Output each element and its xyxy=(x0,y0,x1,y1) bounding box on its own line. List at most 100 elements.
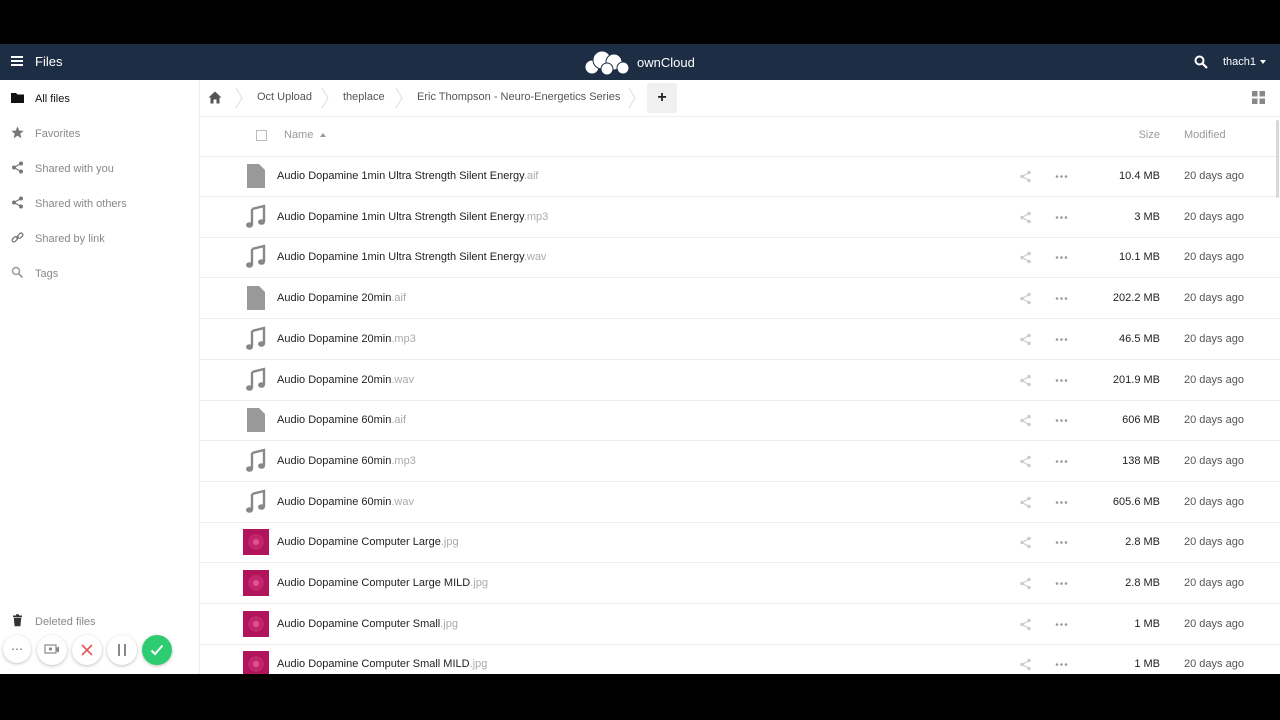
file-name[interactable]: Audio Dopamine 20min.aif xyxy=(277,292,406,304)
table-header: Name Size Modified xyxy=(200,116,1280,157)
user-menu[interactable]: thach1 xyxy=(1223,56,1267,68)
file-extension: .mp3 xyxy=(391,454,416,467)
close-icon[interactable] xyxy=(72,635,102,665)
checkmark-icon[interactable] xyxy=(142,635,172,665)
column-header-size[interactable]: Size xyxy=(1139,129,1160,141)
home-icon[interactable] xyxy=(208,91,222,104)
table-row[interactable]: Audio Dopamine 60min.wav 605.6 MB 20 days … xyxy=(200,482,1280,523)
more-actions-icon[interactable] xyxy=(1055,618,1068,631)
file-name[interactable]: Audio Dopamine 60min.aif xyxy=(277,414,406,426)
sidebar-item-shared-by-link[interactable]: Shared by link xyxy=(0,222,199,254)
file-name[interactable]: Audio Dopamine 1min Ultra Strength Silen… xyxy=(277,211,548,223)
share-icon[interactable] xyxy=(1019,658,1032,671)
column-header-modified[interactable]: Modified xyxy=(1184,129,1226,141)
share-icon xyxy=(12,196,23,209)
file-extension: .aif xyxy=(391,292,407,305)
file-name[interactable]: Audio Dopamine 20min.mp3 xyxy=(277,333,416,345)
table-row[interactable]: Audio Dopamine Computer Large.jpg 2.8 MB 2… xyxy=(200,522,1280,564)
more-actions-icon[interactable] xyxy=(1055,536,1068,549)
table-row[interactable]: Audio Dopamine Computer Small.jpg 1 MB 20 … xyxy=(200,604,1280,645)
file-name[interactable]: Audio Dopamine 1min Ultra Strength Silen… xyxy=(277,251,546,263)
file-modified: 20 days ago xyxy=(1184,251,1244,264)
table-row[interactable]: Audio Dopamine 1min Ultra Strength Silen… xyxy=(200,156,1280,197)
file-name[interactable]: Audio Dopamine Computer Large.jpg xyxy=(277,536,459,548)
share-icon[interactable] xyxy=(1019,374,1032,387)
owncloud-logo-icon xyxy=(584,50,630,76)
file-size: 10.1 MB xyxy=(1119,251,1160,264)
share-icon[interactable] xyxy=(1019,333,1032,346)
file-size: 2.8 MB xyxy=(1125,536,1160,549)
more-actions-icon[interactable] xyxy=(1055,496,1068,509)
table-row[interactable]: Audio Dopamine Computer Small MILD.jpg 1 … xyxy=(200,644,1280,674)
table-row[interactable]: Audio Dopamine Computer Large MILD.jpg 2.… xyxy=(200,563,1280,604)
app-name[interactable]: Files xyxy=(35,54,62,69)
more-actions-icon[interactable] xyxy=(1055,414,1068,427)
sidebar-item-shared-with-others[interactable]: Shared with others xyxy=(0,187,199,219)
share-icon[interactable] xyxy=(1019,536,1032,549)
sidebar-item-all-files[interactable]: All files xyxy=(0,82,199,114)
share-icon[interactable] xyxy=(1019,211,1032,224)
pause-icon[interactable] xyxy=(107,635,137,665)
search-icon[interactable] xyxy=(1194,55,1208,69)
username: thach1 xyxy=(1223,56,1257,68)
more-actions-icon[interactable] xyxy=(1055,374,1068,387)
more-icon[interactable]: ⋯ xyxy=(3,635,31,663)
new-button[interactable]: + xyxy=(647,83,677,113)
share-icon[interactable] xyxy=(1019,251,1032,264)
breadcrumb-item-theplace[interactable]: theplace xyxy=(343,91,385,103)
share-icon[interactable] xyxy=(1019,496,1032,509)
sidebar-item-favorites[interactable]: Favorites xyxy=(0,117,199,149)
grid-view-icon[interactable] xyxy=(1252,91,1265,104)
file-name[interactable]: Audio Dopamine Computer Small MILD.jpg xyxy=(277,658,487,670)
chevron-right-icon xyxy=(321,87,329,109)
file-name[interactable]: Audio Dopamine Computer Small.jpg xyxy=(277,618,458,630)
file-basename: Audio Dopamine 60min xyxy=(277,495,392,508)
share-icon[interactable] xyxy=(1019,455,1032,468)
owncloud-logo[interactable]: ownCloud xyxy=(583,48,695,76)
breadcrumb-item-current-folder[interactable]: Eric Thompson - Neuro-Energetics Series xyxy=(417,91,620,103)
share-icon[interactable] xyxy=(1019,618,1032,631)
file-extension: .mp3 xyxy=(391,332,416,345)
table-row[interactable]: Audio Dopamine 60min.mp3 138 MB 20 days ag… xyxy=(200,441,1280,482)
more-actions-icon[interactable] xyxy=(1055,658,1068,671)
file-name[interactable]: Audio Dopamine 60min.mp3 xyxy=(277,455,416,467)
select-all-checkbox[interactable] xyxy=(256,130,267,141)
more-actions-icon[interactable] xyxy=(1055,577,1068,590)
sidebar-item-shared-with-you[interactable]: Shared with you xyxy=(0,152,199,184)
screen-record-icon[interactable] xyxy=(37,635,67,665)
share-icon[interactable] xyxy=(1019,577,1032,590)
sidebar-item-deleted-files[interactable]: Deleted files xyxy=(0,605,199,637)
more-actions-icon[interactable] xyxy=(1055,333,1068,346)
table-row[interactable]: Audio Dopamine 1min Ultra Strength Silen… xyxy=(200,237,1280,279)
table-row[interactable]: Audio Dopamine 20min.wav 201.9 MB 20 days … xyxy=(200,360,1280,401)
more-actions-icon[interactable] xyxy=(1055,170,1068,183)
table-row[interactable]: Audio Dopamine 60min.aif 606 MB 20 days ag… xyxy=(200,400,1280,442)
table-row[interactable]: Audio Dopamine 20min.aif 202.2 MB 20 days … xyxy=(200,278,1280,320)
file-extension: .jpg xyxy=(440,617,458,630)
more-actions-icon[interactable] xyxy=(1055,455,1068,468)
column-header-name[interactable]: Name xyxy=(284,129,327,141)
more-actions-icon[interactable] xyxy=(1055,292,1068,305)
table-row[interactable]: Audio Dopamine 1min Ultra Strength Silen… xyxy=(200,197,1280,238)
scrollbar[interactable] xyxy=(1276,120,1279,198)
file-name[interactable]: Audio Dopamine 20min.wav xyxy=(277,374,414,386)
file-basename: Audio Dopamine 60min xyxy=(277,414,392,427)
file-size: 202.2 MB xyxy=(1112,292,1160,305)
share-icon[interactable] xyxy=(1019,292,1032,305)
file-modified: 20 days ago xyxy=(1184,414,1244,427)
file-name[interactable]: Audio Dopamine Computer Large MILD.jpg xyxy=(277,577,488,589)
more-actions-icon[interactable] xyxy=(1055,211,1068,224)
share-icon[interactable] xyxy=(1019,170,1032,183)
sidebar: All files Favorites Shared with you Shar… xyxy=(0,80,200,674)
chevron-right-icon xyxy=(395,87,403,109)
breadcrumb-item-oct-upload[interactable]: Oct Upload xyxy=(257,91,312,103)
table-row[interactable]: Audio Dopamine 20min.mp3 46.5 MB 20 days a… xyxy=(200,319,1280,360)
file-basename: Audio Dopamine 1min Ultra Strength Silen… xyxy=(277,170,524,182)
file-name[interactable]: Audio Dopamine 1min Ultra Strength Silen… xyxy=(277,170,539,182)
more-actions-icon[interactable] xyxy=(1055,251,1068,264)
menu-icon[interactable] xyxy=(10,54,26,70)
share-icon[interactable] xyxy=(1019,414,1032,427)
file-extension: .mp3 xyxy=(523,210,549,223)
file-name[interactable]: Audio Dopamine 60min.wav xyxy=(277,496,414,508)
sidebar-item-tags[interactable]: Tags xyxy=(0,257,199,289)
